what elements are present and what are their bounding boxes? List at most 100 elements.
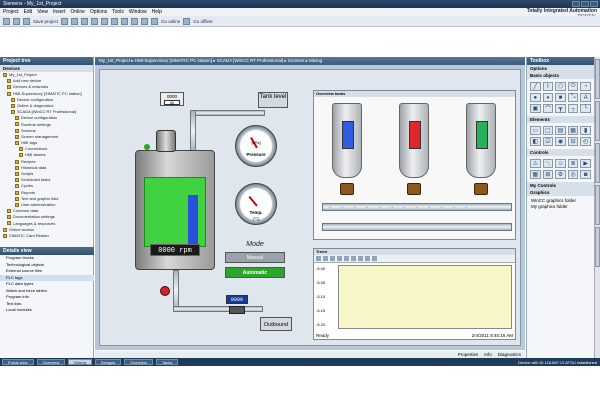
trend-zoom-out-icon[interactable] <box>351 256 356 261</box>
menu-view[interactable]: View <box>37 8 48 16</box>
connector-icon[interactable]: ⤡ <box>567 93 579 102</box>
media-player-icon[interactable]: ▶ <box>580 159 591 168</box>
trend-stop-icon[interactable] <box>365 256 370 261</box>
trend-zoom-in-icon[interactable] <box>344 256 349 261</box>
go-offline-icon[interactable] <box>183 17 191 25</box>
cut-icon[interactable] <box>71 17 79 25</box>
trend-view-icon[interactable]: 〽 <box>542 159 554 168</box>
properties-tab[interactable]: Properties <box>458 351 479 358</box>
line-icon[interactable]: ╱ <box>530 82 541 91</box>
valve-2-icon[interactable] <box>407 183 421 195</box>
alarm-view-icon[interactable]: ⚠ <box>530 159 541 168</box>
toolbox-options-label[interactable]: Options <box>527 65 594 72</box>
trend-first-icon[interactable] <box>316 256 321 261</box>
hmi-screen-canvas[interactable]: 0000 l/h Tank level 0000 rpm [kPa] Press… <box>99 69 521 346</box>
table-view-icon[interactable]: ▦ <box>530 170 541 179</box>
taskbar-tab-active[interactable]: Mixing <box>68 359 92 365</box>
details-item[interactable]: Local modules <box>0 307 94 314</box>
menu-tools[interactable]: Tools <box>112 8 124 16</box>
section-graphics[interactable]: Graphics <box>527 189 594 196</box>
save-project-button[interactable]: Save project <box>33 19 58 24</box>
graphic-io-icon[interactable]: ▦ <box>567 126 579 135</box>
status-force-icon[interactable]: ⊞ <box>542 170 554 179</box>
diagnostics-tab[interactable]: Diagnostics <box>498 351 521 358</box>
go-offline-button[interactable]: Go offline <box>193 19 212 24</box>
section-basic-objects[interactable]: Basic objects <box>527 72 594 79</box>
gauge-icon[interactable]: ◴ <box>580 137 591 146</box>
download-icon[interactable] <box>141 17 149 25</box>
slider-icon[interactable]: ⊟ <box>567 137 579 146</box>
circle-segment-icon[interactable]: ◕ <box>542 93 554 102</box>
flow-readout-display[interactable]: 0000 <box>226 295 248 304</box>
polyline-icon[interactable]: ⌇ <box>542 82 554 91</box>
option-button-icon[interactable]: ◉ <box>555 137 566 146</box>
automatic-mode-button[interactable]: Automatic <box>225 267 285 278</box>
redo-icon[interactable] <box>121 17 129 25</box>
menu-edit[interactable]: Edit <box>24 8 33 16</box>
valve-3-icon[interactable] <box>474 183 488 195</box>
menu-online[interactable]: Online <box>70 8 84 16</box>
taskbar-tab[interactable]: Overview <box>124 359 153 365</box>
system-diagnostics-icon[interactable]: ⚙ <box>555 170 566 179</box>
paste-icon[interactable] <box>91 17 99 25</box>
switch-icon[interactable]: ◧ <box>530 137 541 146</box>
menu-help[interactable]: Help <box>152 8 162 16</box>
trend-start-icon[interactable] <box>372 256 377 261</box>
save-icon[interactable] <box>23 17 30 25</box>
tank-level-button[interactable]: Tank level <box>258 92 288 108</box>
graphic-view-icon[interactable]: ▣ <box>530 104 541 113</box>
taskbar-tab[interactable]: Tanks <box>155 359 179 365</box>
flow-counter-display[interactable]: 0000 l/h <box>160 92 184 106</box>
side-tab-toolbox[interactable] <box>595 59 600 99</box>
t-piece-icon[interactable]: ┬ <box>567 104 579 113</box>
polygon-icon[interactable]: ⬠ <box>555 82 566 91</box>
maximize-button[interactable] <box>581 1 589 7</box>
print-icon[interactable] <box>61 17 69 25</box>
camera-icon[interactable]: ◙ <box>580 170 591 179</box>
tube-bend-icon[interactable]: ╰ <box>580 104 591 113</box>
go-online-button[interactable]: Go online <box>161 19 180 24</box>
section-controls[interactable]: Controls <box>527 149 594 156</box>
taskbar-tab[interactable]: Designs <box>94 359 122 365</box>
my-graphics-folder[interactable]: My graphics folder <box>531 204 590 210</box>
copy-icon[interactable] <box>81 17 89 25</box>
info-tab[interactable]: Info <box>484 351 492 358</box>
menu-insert[interactable]: Insert <box>53 8 66 16</box>
browser-icon[interactable]: ◎ <box>567 170 579 179</box>
trend-forward-icon[interactable] <box>330 256 335 261</box>
text-field-icon[interactable]: A <box>580 93 591 102</box>
compile-icon[interactable] <box>131 17 139 25</box>
rpm-display[interactable]: 0000 rpm <box>150 244 200 256</box>
symbolic-io-icon[interactable]: ▤ <box>555 126 566 135</box>
menu-options[interactable]: Options <box>90 8 107 16</box>
side-tab-tasks[interactable] <box>595 185 600 225</box>
button-element-icon[interactable]: ▢ <box>542 126 554 135</box>
go-online-icon[interactable] <box>151 17 159 25</box>
rectangle-icon[interactable]: ■ <box>555 93 566 102</box>
manual-mode-button[interactable]: Manual <box>225 252 285 263</box>
bar-icon[interactable]: ▮ <box>580 126 591 135</box>
trend-plot-area[interactable] <box>338 265 512 329</box>
side-tab-libraries[interactable] <box>595 227 600 267</box>
circle-icon[interactable]: ● <box>530 93 541 102</box>
section-elements[interactable]: Elements <box>527 116 594 123</box>
tree-item[interactable]: SIMATIC Card Reader <box>0 233 93 239</box>
io-field-icon[interactable]: ▭ <box>530 126 541 135</box>
open-project-icon[interactable] <box>13 17 20 25</box>
tube-icon[interactable]: ⌒ <box>542 104 554 113</box>
new-project-icon[interactable] <box>3 17 10 25</box>
menu-window[interactable]: Window <box>129 8 147 16</box>
trend-last-icon[interactable] <box>337 256 342 261</box>
trend-back-icon[interactable] <box>323 256 328 261</box>
user-view-icon[interactable]: ☺ <box>555 159 566 168</box>
ellipse-segment-icon[interactable]: ◔ <box>580 82 591 91</box>
double-t-icon[interactable]: ┳ <box>555 104 566 113</box>
menu-project[interactable]: Project <box>3 8 19 16</box>
valve-1-icon[interactable] <box>340 183 354 195</box>
ellipse-icon[interactable]: ⬭ <box>567 82 579 91</box>
checkbox-icon[interactable]: ☑ <box>542 137 554 146</box>
side-tab-animations[interactable] <box>595 101 600 141</box>
trend-ruler-icon[interactable] <box>358 256 363 261</box>
minimize-button[interactable] <box>572 1 580 7</box>
portal-view-button[interactable]: Portal view <box>2 359 34 365</box>
